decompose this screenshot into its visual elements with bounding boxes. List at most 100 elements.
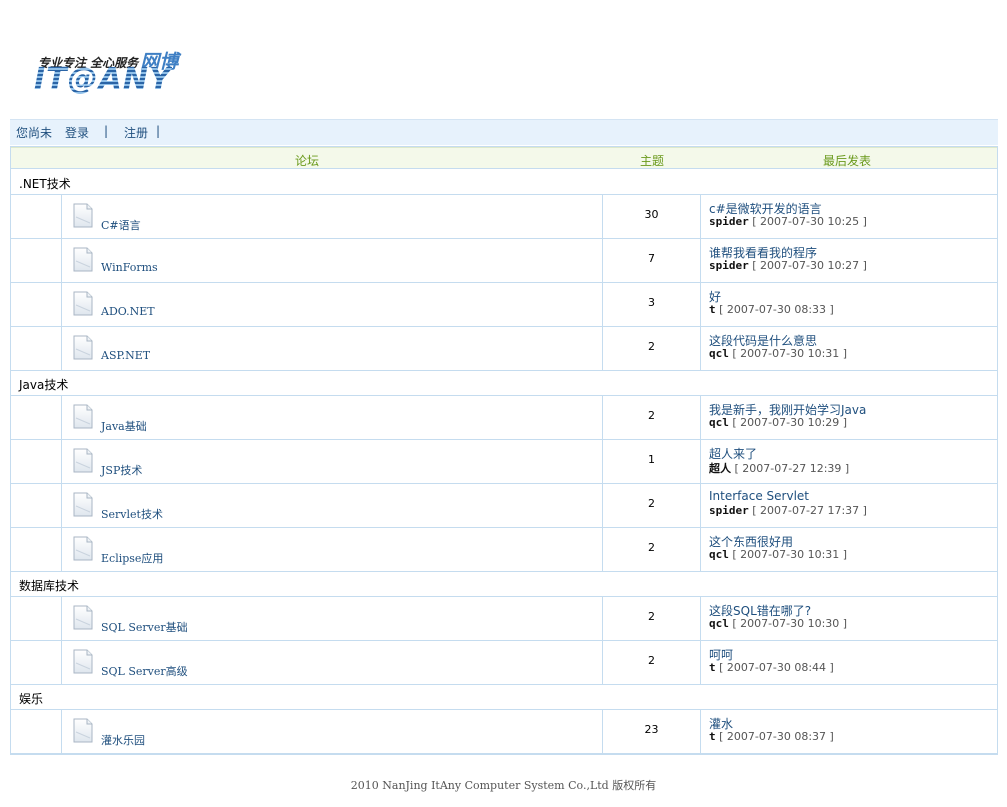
column-divider	[61, 597, 62, 641]
forum-name-link[interactable]: SQL Server基础	[101, 619, 188, 635]
topic-count: 3	[648, 296, 655, 309]
register-link[interactable]: 注册	[124, 124, 148, 141]
last-post-meta: qcl [ 2007-07-30 10:31 ]	[709, 548, 847, 561]
forum-row: ADO.NET 3 好 t [ 2007-07-30 08:33 ]	[11, 283, 997, 327]
last-post-meta: qcl [ 2007-07-30 10:30 ]	[709, 617, 847, 630]
forum-row: SQL Server基础 2 这段SQL错在哪了? qcl [ 2007-07-30 …	[11, 597, 997, 641]
topic-count: 2	[648, 340, 655, 353]
column-divider	[61, 327, 62, 371]
column-divider	[61, 440, 62, 484]
last-post-time: [ 2007-07-30 10:25 ]	[752, 215, 867, 228]
column-divider	[700, 283, 701, 327]
forum-name-link[interactable]: ADO.NET	[101, 305, 155, 318]
last-post-author[interactable]: spider	[709, 215, 749, 228]
site-logo[interactable]: 专业专注 全心服务网博 IT@ANY	[34, 42, 204, 98]
forum-row: Servlet技术 2 Interface Servlet spider [ 2007…	[11, 484, 997, 528]
last-post-author[interactable]: qcl	[709, 416, 729, 429]
forum-name-link[interactable]: ASP.NET	[101, 349, 150, 362]
last-post-author[interactable]: qcl	[709, 617, 729, 630]
topic-count: 2	[648, 497, 655, 510]
forum-document-icon	[73, 335, 93, 360]
forum-document-icon	[73, 448, 93, 473]
last-post-time: [ 2007-07-30 10:30 ]	[732, 617, 848, 630]
last-post-author[interactable]: qcl	[709, 347, 729, 360]
column-divider	[61, 283, 62, 327]
user-status-bar: 您尚未 登录 | 注册 |	[10, 119, 998, 145]
category-name[interactable]: Java技术	[19, 376, 68, 393]
column-divider	[700, 597, 701, 641]
column-divider	[700, 396, 701, 440]
column-divider	[61, 641, 62, 685]
column-divider	[700, 327, 701, 371]
column-divider	[700, 195, 701, 239]
topic-count: 2	[648, 409, 655, 422]
last-post-time: [ 2007-07-30 10:27 ]	[752, 259, 867, 272]
topic-count: 7	[648, 252, 655, 265]
last-post-author[interactable]: spider	[709, 504, 749, 517]
last-post-time: [ 2007-07-27 12:39 ]	[734, 462, 850, 475]
forum-row: JSP技术 1 超人来了 超人 [ 2007-07-27 12:39 ]	[11, 440, 997, 484]
last-post-title-link[interactable]: Interface Servlet	[709, 489, 809, 503]
column-divider	[700, 440, 701, 484]
topic-count: 2	[648, 610, 655, 623]
last-post-meta: 超人 [ 2007-07-27 12:39 ]	[709, 460, 849, 476]
topic-count: 1	[648, 453, 655, 466]
last-post-meta: qcl [ 2007-07-30 10:31 ]	[709, 347, 847, 360]
category-row: Java技术	[11, 371, 997, 396]
topic-count: 2	[648, 541, 655, 554]
separator: |	[104, 124, 109, 138]
column-divider	[61, 239, 62, 283]
last-post-time: [ 2007-07-30 10:29 ]	[732, 416, 848, 429]
forum-document-icon	[73, 247, 93, 272]
topic-count: 30	[644, 208, 659, 221]
category-name[interactable]: .NET技术	[19, 175, 71, 192]
column-divider	[700, 710, 701, 754]
last-post-time: [ 2007-07-30 10:31 ]	[732, 548, 848, 561]
forum-name-link[interactable]: C#语言	[101, 217, 141, 233]
last-post-time: [ 2007-07-27 17:37 ]	[752, 504, 867, 517]
last-post-time: [ 2007-07-30 08:44 ]	[719, 661, 834, 674]
category-name[interactable]: 娱乐	[19, 690, 43, 707]
category-name[interactable]: 数据库技术	[19, 577, 79, 594]
column-divider	[700, 641, 701, 685]
last-post-time: [ 2007-07-30 10:31 ]	[732, 347, 848, 360]
forum-name-link[interactable]: Java基础	[101, 418, 147, 434]
column-divider	[61, 195, 62, 239]
forum-document-icon	[73, 536, 93, 561]
last-post-author[interactable]: t	[709, 303, 716, 316]
table-header: 论坛 主题 最后发表	[11, 147, 997, 169]
forum-document-icon	[73, 404, 93, 429]
forum-table: 论坛 主题 最后发表 .NET技术 C#语言 30 c#是微软开发的语言 spider …	[10, 146, 998, 755]
header-last-post: 最后发表	[823, 154, 872, 168]
column-divider	[61, 396, 62, 440]
separator: |	[156, 124, 161, 138]
forum-row: Eclipse应用 2 这个东西很好用 qcl [ 2007-07-30 10:31 …	[11, 528, 997, 572]
forum-name-link[interactable]: WinForms	[101, 261, 158, 274]
column-divider	[700, 528, 701, 572]
last-post-author[interactable]: spider	[709, 259, 749, 272]
forum-document-icon	[73, 718, 93, 743]
forum-name-link[interactable]: 灌水乐园	[101, 732, 145, 748]
login-link[interactable]: 登录	[65, 124, 89, 141]
last-post-author[interactable]: t	[709, 661, 716, 674]
header-topics: 主题	[640, 154, 665, 168]
topic-count: 2	[648, 654, 655, 667]
last-post-meta: t [ 2007-07-30 08:33 ]	[709, 303, 834, 316]
last-post-meta: qcl [ 2007-07-30 10:29 ]	[709, 416, 847, 429]
last-post-author[interactable]: qcl	[709, 548, 729, 561]
last-post-author[interactable]: t	[709, 730, 716, 743]
forum-name-link[interactable]: SQL Server高级	[101, 663, 188, 679]
column-divider	[61, 528, 62, 572]
forum-name-link[interactable]: Servlet技术	[101, 506, 163, 522]
forum-row: 灌水乐园 23 灌水 t [ 2007-07-30 08:37 ]	[11, 710, 997, 754]
forum-row: Java基础 2 我是新手，我刚开始学习Java qcl [ 2007-07-30 1…	[11, 396, 997, 440]
forum-name-link[interactable]: Eclipse应用	[101, 550, 163, 566]
category-row: 娱乐	[11, 685, 997, 710]
forum-name-link[interactable]: JSP技术	[101, 462, 142, 478]
last-post-time: [ 2007-07-30 08:37 ]	[719, 730, 834, 743]
last-post-meta: t [ 2007-07-30 08:44 ]	[709, 661, 834, 674]
last-post-author[interactable]: 超人	[709, 462, 731, 475]
logo-brand: IT@ANY	[34, 62, 172, 97]
forum-document-icon	[73, 203, 93, 228]
column-divider	[700, 239, 701, 283]
